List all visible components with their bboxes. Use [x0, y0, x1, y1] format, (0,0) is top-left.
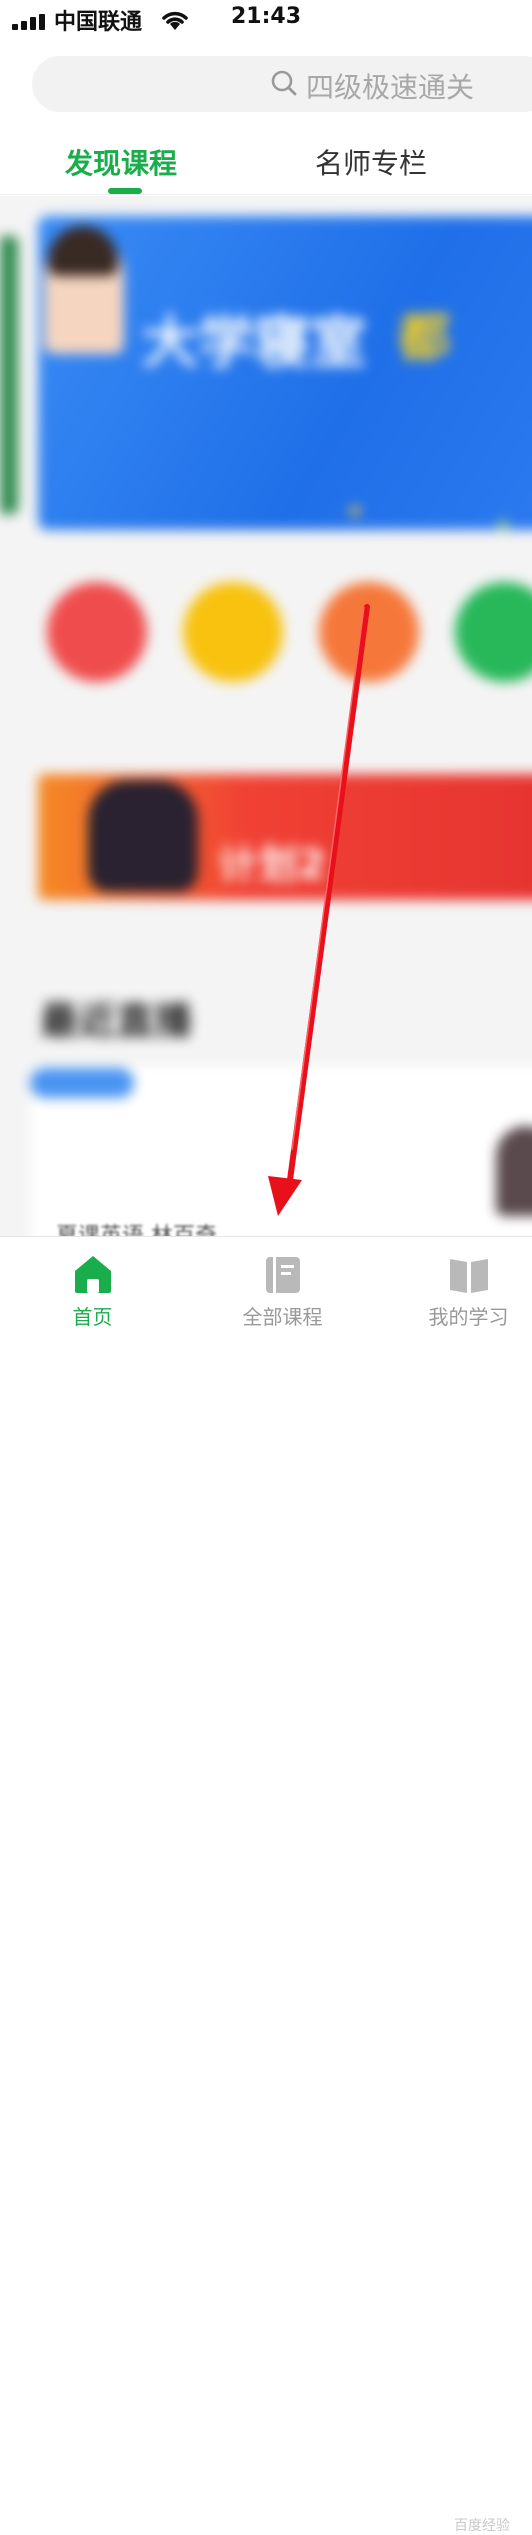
search-icon [271, 70, 297, 96]
active-tab-indicator [108, 188, 142, 194]
side-floating-tab[interactable] [0, 236, 18, 514]
banner-dot [498, 520, 508, 530]
book-icon [265, 1257, 300, 1293]
live-course-card[interactable] [30, 1066, 532, 1236]
bottom-nav: 首页 全部课程 我的学习 百度经验 [0, 1236, 532, 2534]
banner-character-hair [48, 226, 118, 276]
play-icon [319, 582, 419, 682]
search-bar[interactable]: 四级极速通关 [32, 56, 532, 112]
live-course-teacher: 夏课英语 林百奇 [56, 1218, 217, 1236]
hero-banner[interactable]: 大学寝室 都 [38, 216, 532, 530]
promo-figure [88, 780, 198, 892]
gift-box-icon [183, 582, 283, 682]
banner-dot [350, 506, 360, 516]
promo-big-text: 计划2 [218, 842, 326, 888]
category-icons [0, 582, 532, 722]
open-book-icon [449, 1259, 488, 1293]
promo-banner[interactable]: 计划2 [38, 774, 532, 900]
nav-label: 首页 [72, 1305, 113, 1329]
section-title: 最近直播 [40, 999, 193, 1043]
category-item[interactable] [314, 582, 424, 694]
banner-title: 大学寝室 [142, 311, 366, 376]
search-placeholder: 四级极速通关 [306, 71, 475, 104]
blurred-content: 大学寝室 都 计划2 最近直播 [0, 196, 532, 1236]
banner-highlight: 都 [398, 309, 451, 369]
nav-label: 全部课程 [242, 1305, 323, 1329]
watermark: 百度经验 [454, 2518, 510, 2534]
nav-home[interactable]: 首页 [4, 1237, 181, 1335]
teacher-thumbnail [496, 1126, 532, 1216]
status-bar: 中国联通 21:43 [0, 0, 532, 44]
nav-all-courses[interactable]: 全部课程 [194, 1237, 371, 1335]
crown-icon [47, 582, 147, 682]
content-area: 大学寝室 都 计划2 最近直播 [0, 196, 532, 1236]
user-icon [455, 582, 532, 682]
nav-label: 我的学习 [428, 1305, 509, 1329]
top-tabs: 发现课程 名师专栏 [0, 128, 532, 195]
clock: 21:43 [230, 4, 302, 29]
category-item[interactable] [450, 582, 532, 694]
live-badge [30, 1068, 134, 1098]
tab-famous-teachers[interactable]: 名师专栏 [315, 142, 427, 182]
home-icon [74, 1256, 111, 1293]
nav-my-learning[interactable]: 我的学习 [380, 1237, 532, 1335]
tab-discover-courses[interactable]: 发现课程 [65, 142, 177, 182]
category-item[interactable] [42, 582, 152, 694]
category-item[interactable] [178, 582, 288, 694]
